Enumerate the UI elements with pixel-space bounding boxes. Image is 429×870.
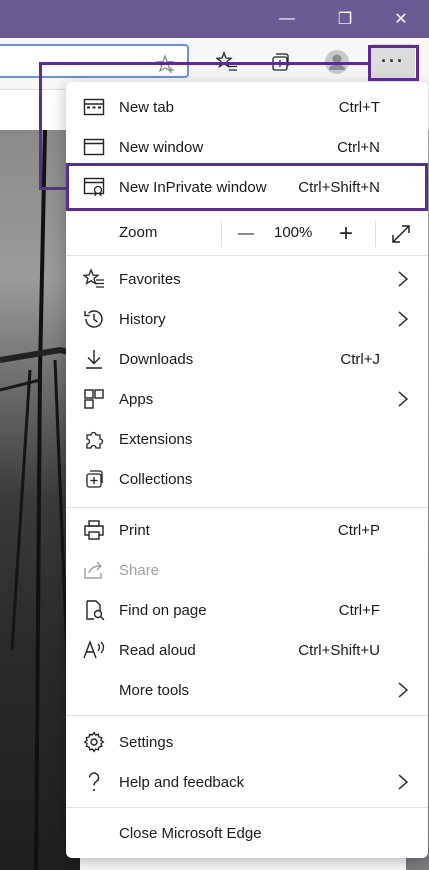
title-bar: — ❐ ✕: [0, 0, 429, 38]
chevron-right-icon: [398, 774, 409, 790]
share-icon: [82, 558, 106, 582]
shortcut-label: Ctrl+F: [338, 601, 380, 619]
menu-item-label: Read aloud: [119, 641, 196, 659]
menu-divider: [66, 715, 428, 716]
menu-item-extensions[interactable]: Extensions: [66, 419, 428, 459]
download-icon: [82, 347, 106, 371]
menu-item-label: Close Microsoft Edge: [119, 824, 262, 842]
read-aloud-icon: [82, 638, 106, 662]
zoom-divider: [375, 221, 376, 247]
menu-item-downloads[interactable]: Downloads Ctrl+J: [66, 339, 428, 379]
gear-icon: [82, 730, 106, 754]
history-icon: [82, 307, 106, 331]
close-icon: ✕: [394, 11, 408, 28]
menu-item-label: Help and feedback: [119, 773, 245, 791]
minimize-button[interactable]: —: [258, 0, 316, 38]
fullscreen-button[interactable]: [383, 219, 419, 249]
menu-item-favorites[interactable]: Favorites: [66, 259, 428, 299]
chevron-right-icon: [398, 682, 409, 698]
minus-icon: —: [238, 225, 254, 242]
close-window-button[interactable]: ✕: [372, 0, 429, 38]
menu-item-label: Share: [119, 561, 160, 579]
menu-item-help-and-feedback[interactable]: Help and feedback: [66, 762, 428, 802]
menu-item-label: Apps: [119, 390, 154, 408]
fullscreen-icon: [392, 225, 410, 243]
maximize-button[interactable]: ❐: [316, 0, 374, 38]
menu-item-settings[interactable]: Settings: [66, 722, 428, 762]
highlight-inprivate-item: [66, 163, 428, 211]
shortcut-label: Ctrl+Shift+U: [298, 641, 380, 659]
chevron-right-icon: [398, 271, 409, 287]
zoom-out-button[interactable]: —: [228, 219, 264, 249]
menu-divider: [66, 255, 428, 256]
plus-icon: +: [338, 220, 353, 247]
puzzle-icon: [82, 427, 106, 451]
highlight-more-button: [368, 45, 419, 81]
favorites-icon: [82, 267, 106, 291]
zoom-label: Zoom: [119, 224, 158, 241]
collections-icon: [82, 467, 106, 491]
menu-item-history[interactable]: History: [66, 299, 428, 339]
menu-item-label: Settings: [119, 733, 174, 751]
menu-divider: [66, 507, 428, 508]
restore-icon: ❐: [337, 11, 353, 28]
menu-item-find-on-page[interactable]: Find on page Ctrl+F: [66, 590, 428, 630]
menu-item-more-tools[interactable]: More tools: [66, 670, 428, 710]
shortcut-label: Ctrl+P: [337, 521, 380, 539]
apps-icon: [82, 387, 106, 411]
chevron-right-icon: [398, 391, 409, 407]
zoom-row: Zoom — 100% +: [66, 213, 428, 253]
zoom-value: 100%: [274, 224, 313, 241]
shortcut-label: Ctrl+J: [340, 350, 380, 368]
menu-item-read-aloud[interactable]: Read aloud Ctrl+Shift+U: [66, 630, 428, 670]
help-icon: [82, 770, 106, 794]
highlight-connector-bottom: [39, 187, 69, 190]
find-icon: [82, 598, 106, 622]
menu-item-label: History: [119, 310, 166, 328]
menu-item-label: Print: [119, 521, 150, 539]
menu-item-label: More tools: [119, 681, 190, 699]
menu-item-share: Share: [66, 550, 428, 590]
menu-item-label: Favorites: [119, 270, 181, 288]
menu-item-collections[interactable]: Collections: [66, 459, 428, 499]
menu-item-print[interactable]: Print Ctrl+P: [66, 510, 428, 550]
zoom-in-button[interactable]: +: [328, 219, 364, 249]
menu-item-label: Collections: [119, 470, 193, 488]
menu-divider: [66, 807, 428, 808]
menu-item-label: Extensions: [119, 430, 193, 448]
menu-item-apps[interactable]: Apps: [66, 379, 428, 419]
zoom-divider: [221, 221, 222, 247]
minimize-icon: —: [279, 10, 295, 27]
printer-icon: [82, 518, 106, 542]
chevron-right-icon: [398, 311, 409, 327]
menu-item-label: Downloads: [119, 350, 194, 368]
menu-item-close-microsoft-edge[interactable]: Close Microsoft Edge: [66, 813, 428, 853]
menu-item-label: Find on page: [119, 601, 207, 619]
